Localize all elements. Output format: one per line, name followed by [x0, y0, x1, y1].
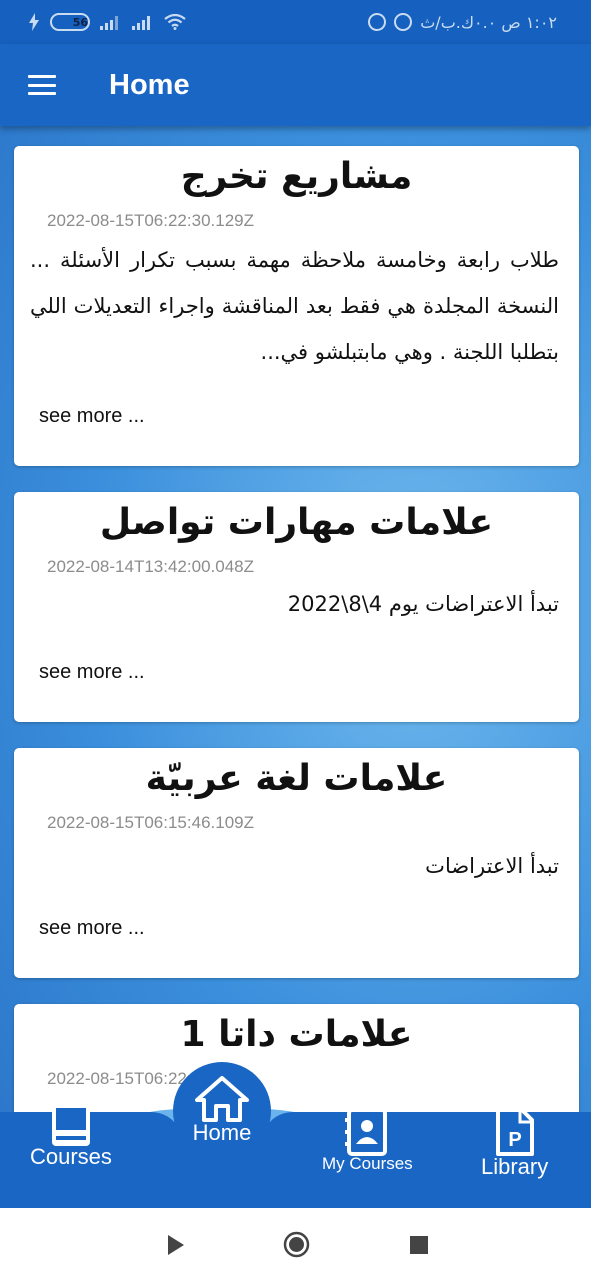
- see-more-link[interactable]: see more ...: [39, 405, 145, 428]
- recents-square-icon[interactable]: [410, 1236, 428, 1254]
- see-more-link[interactable]: see more ...: [39, 661, 145, 684]
- pdf-file-icon: P: [495, 1108, 534, 1156]
- post-body: طلاب رابعة وخامسة ملاحظة مهمة بسبب تكرار…: [30, 248, 559, 364]
- post-title: علامات داتا 1: [180, 1014, 413, 1055]
- post-date: 2022-08-15T06:15:46.109Z: [47, 813, 254, 832]
- post-title: علامات مهارات تواصل: [99, 502, 494, 543]
- app-bar: Home: [0, 44, 591, 126]
- notification-ring-icon-2: [394, 13, 413, 31]
- post-date: 2022-08-15T06:22:30.129Z: [47, 211, 254, 230]
- post-title: علامات لغة عربيّة: [145, 758, 448, 799]
- book-icon: [51, 1104, 90, 1146]
- back-triangle-icon[interactable]: [166, 1234, 186, 1256]
- post-card[interactable]: علامات لغة عربيّة 2022-08-15T06:15:46.10…: [14, 748, 579, 978]
- see-more-link[interactable]: see more ...: [39, 917, 145, 940]
- post-card[interactable]: علامات مهارات تواصل 2022-08-14T13:42:00.…: [14, 492, 579, 722]
- nav-home[interactable]: Home: [173, 1062, 271, 1160]
- signal-icon: [100, 16, 118, 30]
- nav-home-label: Home: [192, 1120, 252, 1145]
- signal-icon-2: [132, 16, 150, 30]
- home-circle-icon[interactable]: [283, 1231, 310, 1258]
- battery-icon: 56: [50, 13, 90, 31]
- system-navigation-bar: [0, 1208, 591, 1280]
- post-date: 2022-08-14T13:42:00.048Z: [47, 557, 254, 576]
- notification-ring-icon: [368, 13, 387, 31]
- nav-courses-label: Courses: [30, 1144, 112, 1169]
- home-icon: [195, 1076, 249, 1122]
- status-time: ١:٠٢ ص ٠.٠ك.ب/ث: [420, 12, 557, 32]
- charging-icon: [29, 13, 39, 31]
- battery-level: 56: [72, 15, 88, 29]
- nav-courses[interactable]: Courses: [30, 1104, 112, 1170]
- wifi-icon: [164, 14, 186, 30]
- post-body: تبدأ الاعتراضات يوم 4\8\2022: [287, 592, 559, 616]
- page-title: Home: [109, 68, 190, 101]
- post-date: 2022-08-15T06:22:30.129Z: [47, 1069, 254, 1088]
- post-title: مشاريع تخرج: [180, 156, 413, 197]
- contact-book-icon: [345, 1108, 388, 1156]
- post-card[interactable]: مشاريع تخرج 2022-08-15T06:22:30.129Z طلا…: [14, 146, 579, 466]
- hamburger-menu-icon[interactable]: [28, 75, 56, 95]
- status-bar: 56 ١:٠٢ ص ٠.٠ك.ب/ث: [0, 0, 591, 44]
- post-body: تبدأ الاعتراضات: [425, 854, 559, 878]
- nav-my-courses-label: My Courses: [322, 1154, 413, 1173]
- nav-my-courses[interactable]: My Courses: [322, 1108, 413, 1174]
- nav-library[interactable]: P Library: [481, 1108, 548, 1180]
- nav-library-label: Library: [481, 1154, 549, 1179]
- svg-text:P: P: [508, 1129, 521, 1151]
